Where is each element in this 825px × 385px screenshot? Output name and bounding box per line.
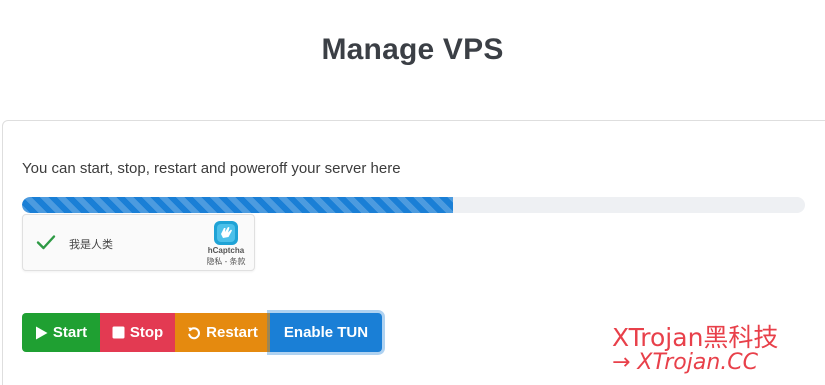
page-title: Manage VPS <box>321 33 504 66</box>
page: Manage VPS You can start, stop, restart … <box>0 0 825 385</box>
restart-button[interactable]: Restart <box>175 313 270 352</box>
server-action-buttons: Start Stop Restart Enable TUN <box>22 313 382 352</box>
stop-square-icon <box>112 326 125 339</box>
watermark-url: → XTrojan.CC <box>612 350 758 375</box>
restart-label: Restart <box>206 324 258 341</box>
checkmark-icon[interactable] <box>35 231 57 253</box>
start-button[interactable]: Start <box>22 313 100 352</box>
captcha-brand: hCaptcha <box>207 246 245 255</box>
stop-button[interactable]: Stop <box>100 313 175 352</box>
hcaptcha-widget[interactable]: 我是人类 hCaptcha 隐私 - 条款 <box>22 214 255 271</box>
restart-icon <box>187 326 201 340</box>
enable-tun-button[interactable]: Enable TUN <box>270 313 382 352</box>
stop-label: Stop <box>129 324 164 341</box>
captcha-label: 我是人类 <box>69 239 113 251</box>
progress-bar <box>22 197 805 213</box>
enable-tun-label: Enable TUN <box>283 324 369 341</box>
watermark-title: XTrojan黑科技 <box>612 323 779 352</box>
start-label: Start <box>52 324 88 341</box>
hcaptcha-logo-icon <box>214 221 238 245</box>
panel-description: You can start, stop, restart and powerof… <box>22 160 401 177</box>
captcha-privacy-terms-link[interactable]: 隐私 - 条款 <box>193 256 259 267</box>
play-icon <box>35 326 48 340</box>
progress-bar-fill <box>22 197 453 213</box>
